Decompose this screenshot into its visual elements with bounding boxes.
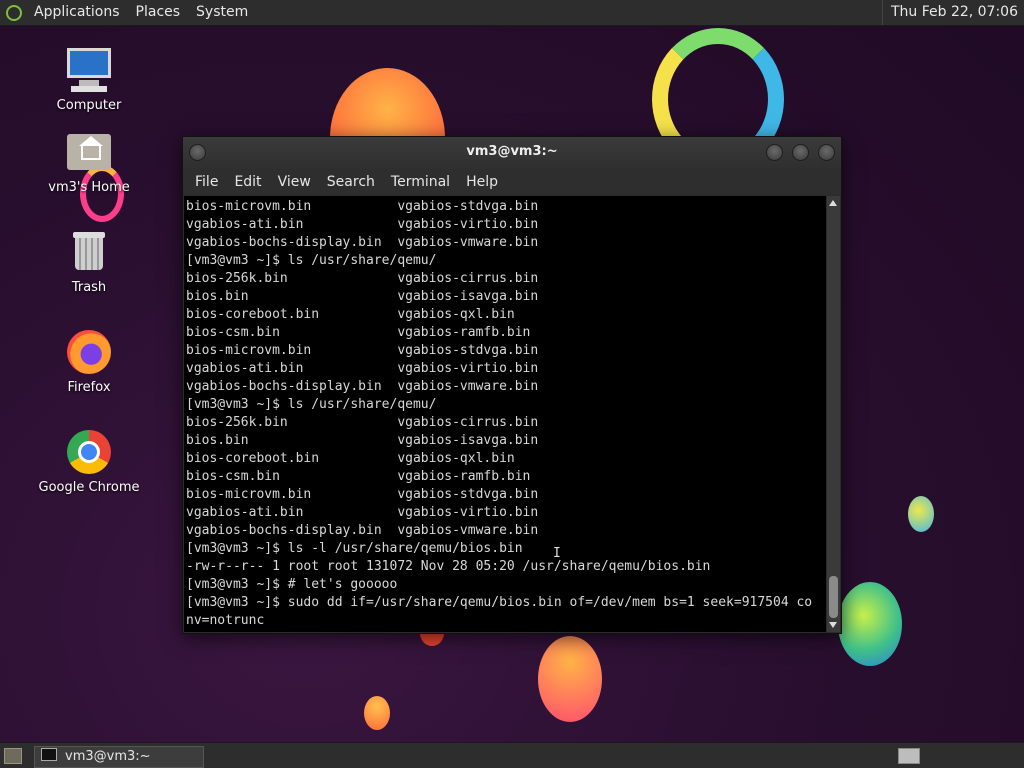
wallpaper-tiny-blob: [364, 696, 390, 730]
terminal-line: [vm3@vm3 ~]$ ls /usr/share/qemu/: [186, 253, 437, 268]
terminal-line: [vm3@vm3 ~]$ ls -l /usr/share/qemu/bios.…: [186, 541, 523, 556]
terminal-line: bios-256k.bin vgabios-cirrus.bin: [186, 415, 539, 430]
maximize-button[interactable]: [792, 144, 809, 161]
menu-help[interactable]: Help: [458, 169, 506, 195]
menu-view[interactable]: View: [270, 169, 319, 195]
distro-logo-icon[interactable]: [6, 4, 22, 21]
desktop-icon-label: Computer: [56, 98, 122, 113]
taskbar-item-label: vm3@vm3:~: [65, 749, 151, 764]
bottom-panel: vm3@vm3:~: [0, 742, 1024, 768]
menu-edit[interactable]: Edit: [226, 169, 269, 195]
wallpaper-yellow-blob: [908, 496, 934, 532]
desktop-icon-computer[interactable]: Computer: [34, 46, 144, 113]
terminal-line: bios-csm.bin vgabios-ramfb.bin: [186, 325, 531, 340]
terminal-window[interactable]: vm3@vm3:~ File Edit View Search Terminal…: [182, 136, 842, 634]
terminal-title: vm3@vm3:~: [466, 144, 558, 159]
terminal-line: vgabios-ati.bin vgabios-virtio.bin: [186, 361, 539, 376]
desktop-icon-firefox[interactable]: Firefox: [34, 328, 144, 395]
terminal-line: bios-microvm.bin vgabios-stdvga.bin: [186, 199, 539, 214]
terminal-line: -rw-r--r-- 1 root root 131072 Nov 28 05:…: [186, 559, 711, 574]
places-menu[interactable]: Places: [128, 0, 189, 25]
desktop-icon-label: Trash: [71, 280, 107, 295]
firefox-icon: [65, 328, 113, 376]
close-button[interactable]: [818, 144, 835, 161]
scroll-up-icon[interactable]: [829, 200, 837, 206]
terminal-line: bios-microvm.bin vgabios-stdvga.bin: [186, 487, 539, 502]
clock[interactable]: Thu Feb 22, 07:06: [881, 0, 1018, 25]
scroll-down-icon[interactable]: [829, 622, 837, 628]
desktop-icon-trash[interactable]: Trash: [34, 228, 144, 295]
terminal-titlebar[interactable]: vm3@vm3:~: [183, 137, 841, 169]
applications-menu[interactable]: Applications: [26, 0, 128, 25]
scroll-thumb[interactable]: [829, 576, 838, 618]
terminal-line: bios-256k.bin vgabios-cirrus.bin: [186, 271, 539, 286]
terminal-line: bios-csm.bin vgabios-ramfb.bin: [186, 469, 531, 484]
terminal-line: vgabios-bochs-display.bin vgabios-vmware…: [186, 379, 539, 394]
terminal-line: vgabios-ati.bin vgabios-virtio.bin: [186, 217, 539, 232]
terminal-line: [vm3@vm3 ~]$ ls /usr/share/qemu/: [186, 397, 437, 412]
terminal-line: bios.bin vgabios-isavga.bin: [186, 289, 539, 304]
terminal-line: [vm3@vm3 ~]$ sudo dd if=/usr/share/qemu/…: [186, 595, 813, 610]
terminal-line: bios-coreboot.bin vgabios-qxl.bin: [186, 307, 515, 322]
terminal-scrollbar[interactable]: [827, 196, 840, 632]
trash-icon: [65, 228, 113, 276]
system-menu[interactable]: System: [188, 0, 256, 25]
terminal-line: bios-coreboot.bin vgabios-qxl.bin: [186, 451, 515, 466]
workspace-switcher[interactable]: [898, 748, 920, 764]
show-desktop-icon[interactable]: [4, 748, 22, 764]
menu-file[interactable]: File: [187, 169, 226, 195]
terminal-icon: [41, 748, 57, 761]
terminal-line: vgabios-bochs-display.bin vgabios-vmware…: [186, 523, 539, 538]
menu-terminal[interactable]: Terminal: [383, 169, 458, 195]
text-cursor-icon: I: [553, 546, 561, 561]
menu-search[interactable]: Search: [319, 169, 383, 195]
terminal-line: vgabios-bochs-display.bin vgabios-vmware…: [186, 235, 539, 250]
taskbar-item-terminal[interactable]: vm3@vm3:~: [34, 746, 204, 768]
minimize-button[interactable]: [766, 144, 783, 161]
wallpaper-green-blob: [838, 582, 902, 666]
wallpaper-pink-blob: [538, 636, 602, 722]
chrome-icon: [65, 428, 113, 476]
terminal-lines: bios-microvm.bin vgabios-stdvga.bin vgabi…: [184, 196, 826, 632]
home-folder-icon: [65, 128, 113, 176]
terminal-line: nv=notrunc: [186, 613, 265, 628]
window-menu-button[interactable]: [189, 144, 206, 161]
top-panel: Applications Places System Thu Feb 22, 0…: [0, 0, 1024, 26]
terminal-output[interactable]: bios-microvm.bin vgabios-stdvga.bin vgabi…: [184, 196, 826, 632]
computer-icon: [65, 46, 113, 94]
terminal-line: bios.bin vgabios-isavga.bin: [186, 433, 539, 448]
desktop-icon-home[interactable]: vm3's Home: [34, 128, 144, 195]
terminal-menubar: File Edit View Search Terminal Help: [183, 169, 841, 195]
terminal-line: [vm3@vm3 ~]$ # let's gooooo: [186, 577, 398, 592]
desktop-icon-label: Firefox: [67, 380, 111, 395]
desktop-icon-label: vm3's Home: [48, 180, 130, 195]
terminal-line: bios-microvm.bin vgabios-stdvga.bin: [186, 343, 539, 358]
desktop-icon-label: Google Chrome: [38, 480, 140, 495]
terminal-line: vgabios-ati.bin vgabios-virtio.bin: [186, 505, 539, 520]
desktop-icon-chrome[interactable]: Google Chrome: [34, 428, 144, 495]
